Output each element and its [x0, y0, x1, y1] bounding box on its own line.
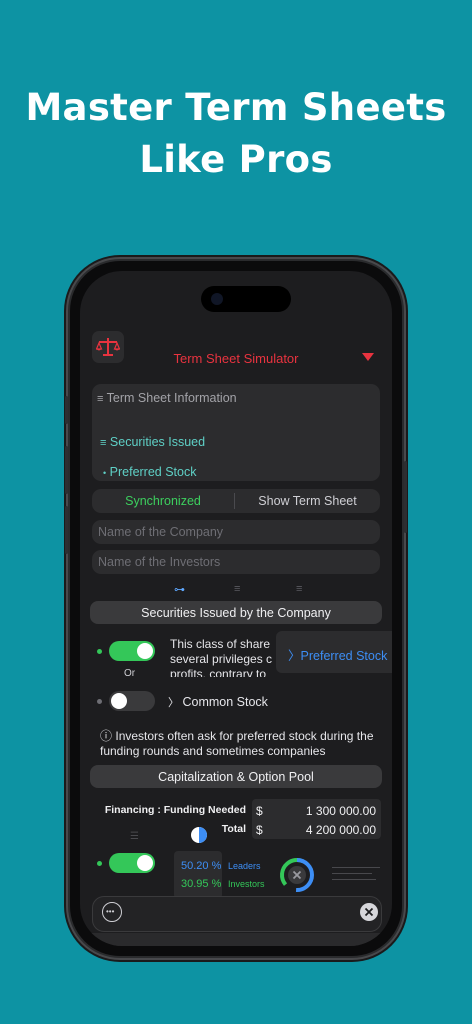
page-indicator-1-icon[interactable]: ⊶: [174, 583, 185, 596]
camera-icon: [211, 293, 223, 305]
financing-label: Financing : Funding Needed: [104, 804, 246, 816]
page-indicator-2-icon[interactable]: ≡: [234, 583, 240, 595]
page-indicator-3-icon[interactable]: ≡: [296, 583, 302, 595]
investors-name-field[interactable]: Name of the Investors: [92, 550, 380, 574]
investors-label: Investors: [228, 879, 265, 889]
currency-symbol: $: [256, 804, 263, 818]
preferred-stock-option[interactable]: 〉Preferred Stock: [288, 645, 387, 664]
headline-line-2: Like Pros: [139, 138, 333, 181]
preferred-stock-item[interactable]: • Preferred Stock: [103, 465, 196, 479]
toggle-knob: [137, 855, 153, 871]
chart-line: [332, 867, 380, 868]
phone-action-button: [65, 396, 68, 424]
investors-name-placeholder: Name of the Investors: [98, 555, 221, 569]
preferred-stock-toggle[interactable]: [109, 641, 155, 661]
toggle-knob: [111, 693, 127, 709]
bullet-icon: •: [103, 468, 107, 478]
ellipsis-icon: •••: [106, 907, 115, 916]
ownership-ring-icon[interactable]: [278, 856, 316, 899]
company-name-field[interactable]: Name of the Company: [92, 520, 380, 544]
preferred-stock-description: This class of share several privileges c…: [170, 637, 273, 677]
home-indicator-area: [80, 933, 392, 946]
total-label: Total: [221, 823, 246, 835]
percentages-box: [174, 851, 222, 899]
inactive-indicator-dot: [97, 699, 102, 704]
preferred-stock-note: ⓘ Investors often ask for preferred stoc…: [100, 729, 374, 758]
phone-power-button: [404, 461, 407, 533]
leaders-label: Leaders: [228, 861, 261, 871]
headline-line-1: Master Term Sheets: [25, 86, 447, 129]
term-sheet-info-title[interactable]: ≡ Term Sheet Information: [97, 391, 237, 405]
securities-section-title: Securities Issued by the Company: [141, 606, 331, 620]
chevron-right-icon: 〉: [288, 649, 301, 663]
menu-lines-icon: ≡: [97, 393, 104, 405]
company-name-placeholder: Name of the Company: [98, 525, 224, 539]
total-value: 4 200 000.00: [305, 823, 376, 837]
currency-symbol: $: [256, 823, 263, 837]
phone-volume-up: [65, 446, 68, 494]
phone-volume-down: [65, 506, 68, 554]
chart-line: [332, 879, 376, 880]
active-indicator-dot: [97, 861, 102, 866]
lines-icon: ☰: [130, 831, 139, 842]
leaders-percentage: 50.20 %: [181, 860, 222, 872]
common-stock-toggle[interactable]: [109, 691, 155, 711]
or-label: Or: [124, 668, 136, 679]
option-pool-toggle[interactable]: [109, 853, 155, 873]
list-icon: ≡: [100, 437, 107, 449]
tab-synchronized[interactable]: Synchronized: [92, 494, 234, 508]
marketing-headline: Master Term Sheets Like Pros: [0, 82, 472, 186]
capitalization-section-title: Capitalization & Option Pool: [158, 770, 314, 784]
active-indicator-dot: [97, 649, 102, 654]
info-icon: ⓘ: [100, 729, 113, 743]
bottom-toolbar: [92, 896, 382, 932]
securities-issued-item[interactable]: ≡ Securities Issued: [100, 435, 205, 449]
toggle-knob: [137, 643, 153, 659]
dynamic-island: [201, 286, 291, 312]
phone-screen: Term Sheet Simulator ≡ Term Sheet Inform…: [80, 271, 392, 946]
investors-percentage: 30.95 %: [181, 878, 222, 890]
common-stock-option[interactable]: 〉 Common Stock: [168, 694, 268, 710]
tab-show-term-sheet[interactable]: Show Term Sheet: [235, 494, 380, 508]
app-title[interactable]: Term Sheet Simulator: [80, 351, 392, 366]
more-options-button[interactable]: •••: [102, 902, 122, 922]
close-button[interactable]: [360, 903, 378, 921]
funding-needed-value[interactable]: 1 300 000.00: [276, 804, 376, 818]
chevron-right-icon: 〉: [168, 697, 179, 709]
phone-frame: Term Sheet Simulator ≡ Term Sheet Inform…: [65, 261, 407, 956]
dropdown-triangle-icon[interactable]: [362, 353, 374, 361]
close-icon: [364, 907, 374, 917]
chart-line: [332, 873, 372, 874]
pie-chart-icon[interactable]: [190, 826, 208, 849]
